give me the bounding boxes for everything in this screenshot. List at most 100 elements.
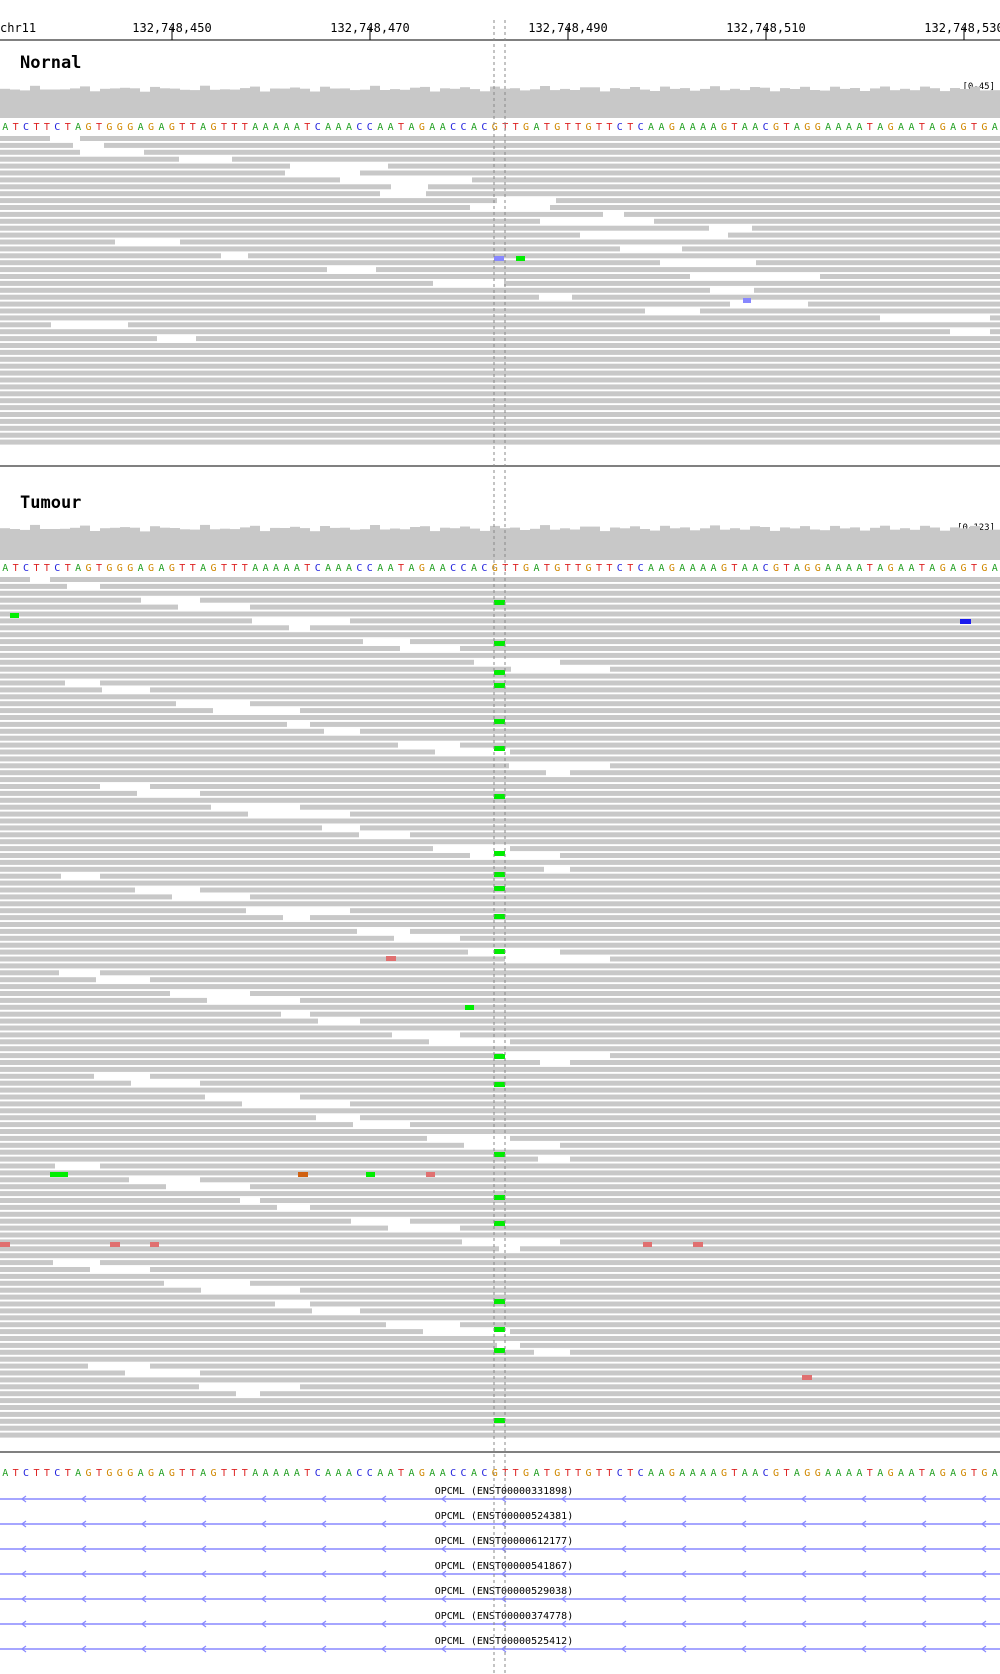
alignment-reads[interactable] [0,577,1000,1438]
base-C: C [638,1468,644,1479]
base-T: T [13,563,19,574]
read [560,1142,1000,1148]
base-A: A [794,122,800,133]
coverage-bar [60,89,70,118]
coverage-bar [450,528,460,560]
base-A: A [2,563,8,574]
base-T: T [221,1468,227,1479]
coverage-bar [170,528,180,560]
coverage-bar [880,86,890,118]
base-T: T [242,1468,248,1479]
read [570,1060,1000,1065]
base-T: T [231,563,237,574]
read [0,749,435,755]
coverage-bar [790,89,800,118]
coverage-bar [40,529,50,560]
base-G: G [492,563,498,574]
base-A: A [471,563,477,574]
coverage-track[interactable] [0,524,1000,560]
read [0,825,322,831]
base-G: G [523,1468,529,1479]
mismatch [494,256,504,261]
read [150,1267,1000,1272]
coverage-bar [130,527,140,560]
coverage-bar [920,86,930,118]
base-A: A [408,122,414,133]
coverage-bar [370,525,380,560]
normal-track[interactable]: Nornal [0-45] ATCTTCTAGTGGGAGAGTTAGTTTAA… [0,53,1000,445]
read [0,991,170,996]
coverage-bar [420,86,430,118]
coverage-bar [650,530,660,560]
base-T: T [544,563,550,574]
coverage-bar [800,86,810,118]
tumour-track[interactable]: Tumour [0-123] ATCTTCTAGTGGGAGAGTTAGTTTA… [0,493,1000,1438]
base-T: T [565,563,571,574]
coverage-bar [770,530,780,560]
ruler[interactable]: chr11 132,748,450 132,748,470 132,748,49… [0,21,1000,41]
base-A: A [283,563,289,574]
alignment-reads[interactable] [0,136,1000,445]
base-A: A [158,122,164,133]
coverage-track[interactable] [0,85,1000,118]
base-G: G [586,122,592,133]
read [0,1046,1000,1052]
base-C: C [763,122,769,133]
coverage-bar [510,527,520,560]
mismatch [494,641,505,646]
coverage-bar [230,89,240,118]
base-A: A [950,122,956,133]
base-A: A [825,1468,831,1479]
gene-track[interactable]: OPCML (ENST00000331898) OPCML (ENST00000… [0,1486,1000,1653]
coverage-bar [580,526,590,560]
read [510,846,1000,852]
base-A: A [836,122,842,133]
mismatch [494,683,505,688]
read [50,577,1000,582]
read [0,1425,1000,1431]
base-T: T [13,1468,19,1479]
base-A: A [679,1468,685,1479]
base-A: A [429,122,435,133]
read [0,583,67,589]
coverage-bar [420,526,430,560]
read [300,1287,1000,1293]
read [0,687,102,693]
base-G: G [148,122,154,133]
read [0,597,141,603]
read [560,949,1000,955]
coverage-bar [100,528,110,560]
coverage-bar [980,90,990,118]
read [150,687,1000,693]
read [0,398,1000,404]
base-C: C [54,563,60,574]
base-A: A [336,122,342,133]
read [0,205,470,210]
coverage-bar [720,529,730,560]
base-T: T [190,563,196,574]
read [520,1246,1000,1252]
base-G: G [523,563,529,574]
coverage-bar [260,91,270,118]
base-T: T [242,563,248,574]
coverage-bar [150,526,160,560]
coverage-bar [140,91,150,118]
read [100,1260,1000,1266]
read [200,1080,1000,1086]
coverage-bar [430,91,440,118]
read [0,853,470,858]
base-C: C [356,122,362,133]
coverage-bar [700,88,710,118]
base-T: T [304,563,310,574]
base-A: A [377,1468,383,1479]
read [0,984,1000,990]
base-G: G [169,122,175,133]
mismatch [0,1242,10,1247]
base-A: A [200,563,206,574]
base-C: C [481,563,487,574]
read [0,915,283,921]
base-A: A [929,1468,935,1479]
coverage-bar [880,525,890,560]
coverage-bar [660,86,670,118]
base-A: A [336,563,342,574]
